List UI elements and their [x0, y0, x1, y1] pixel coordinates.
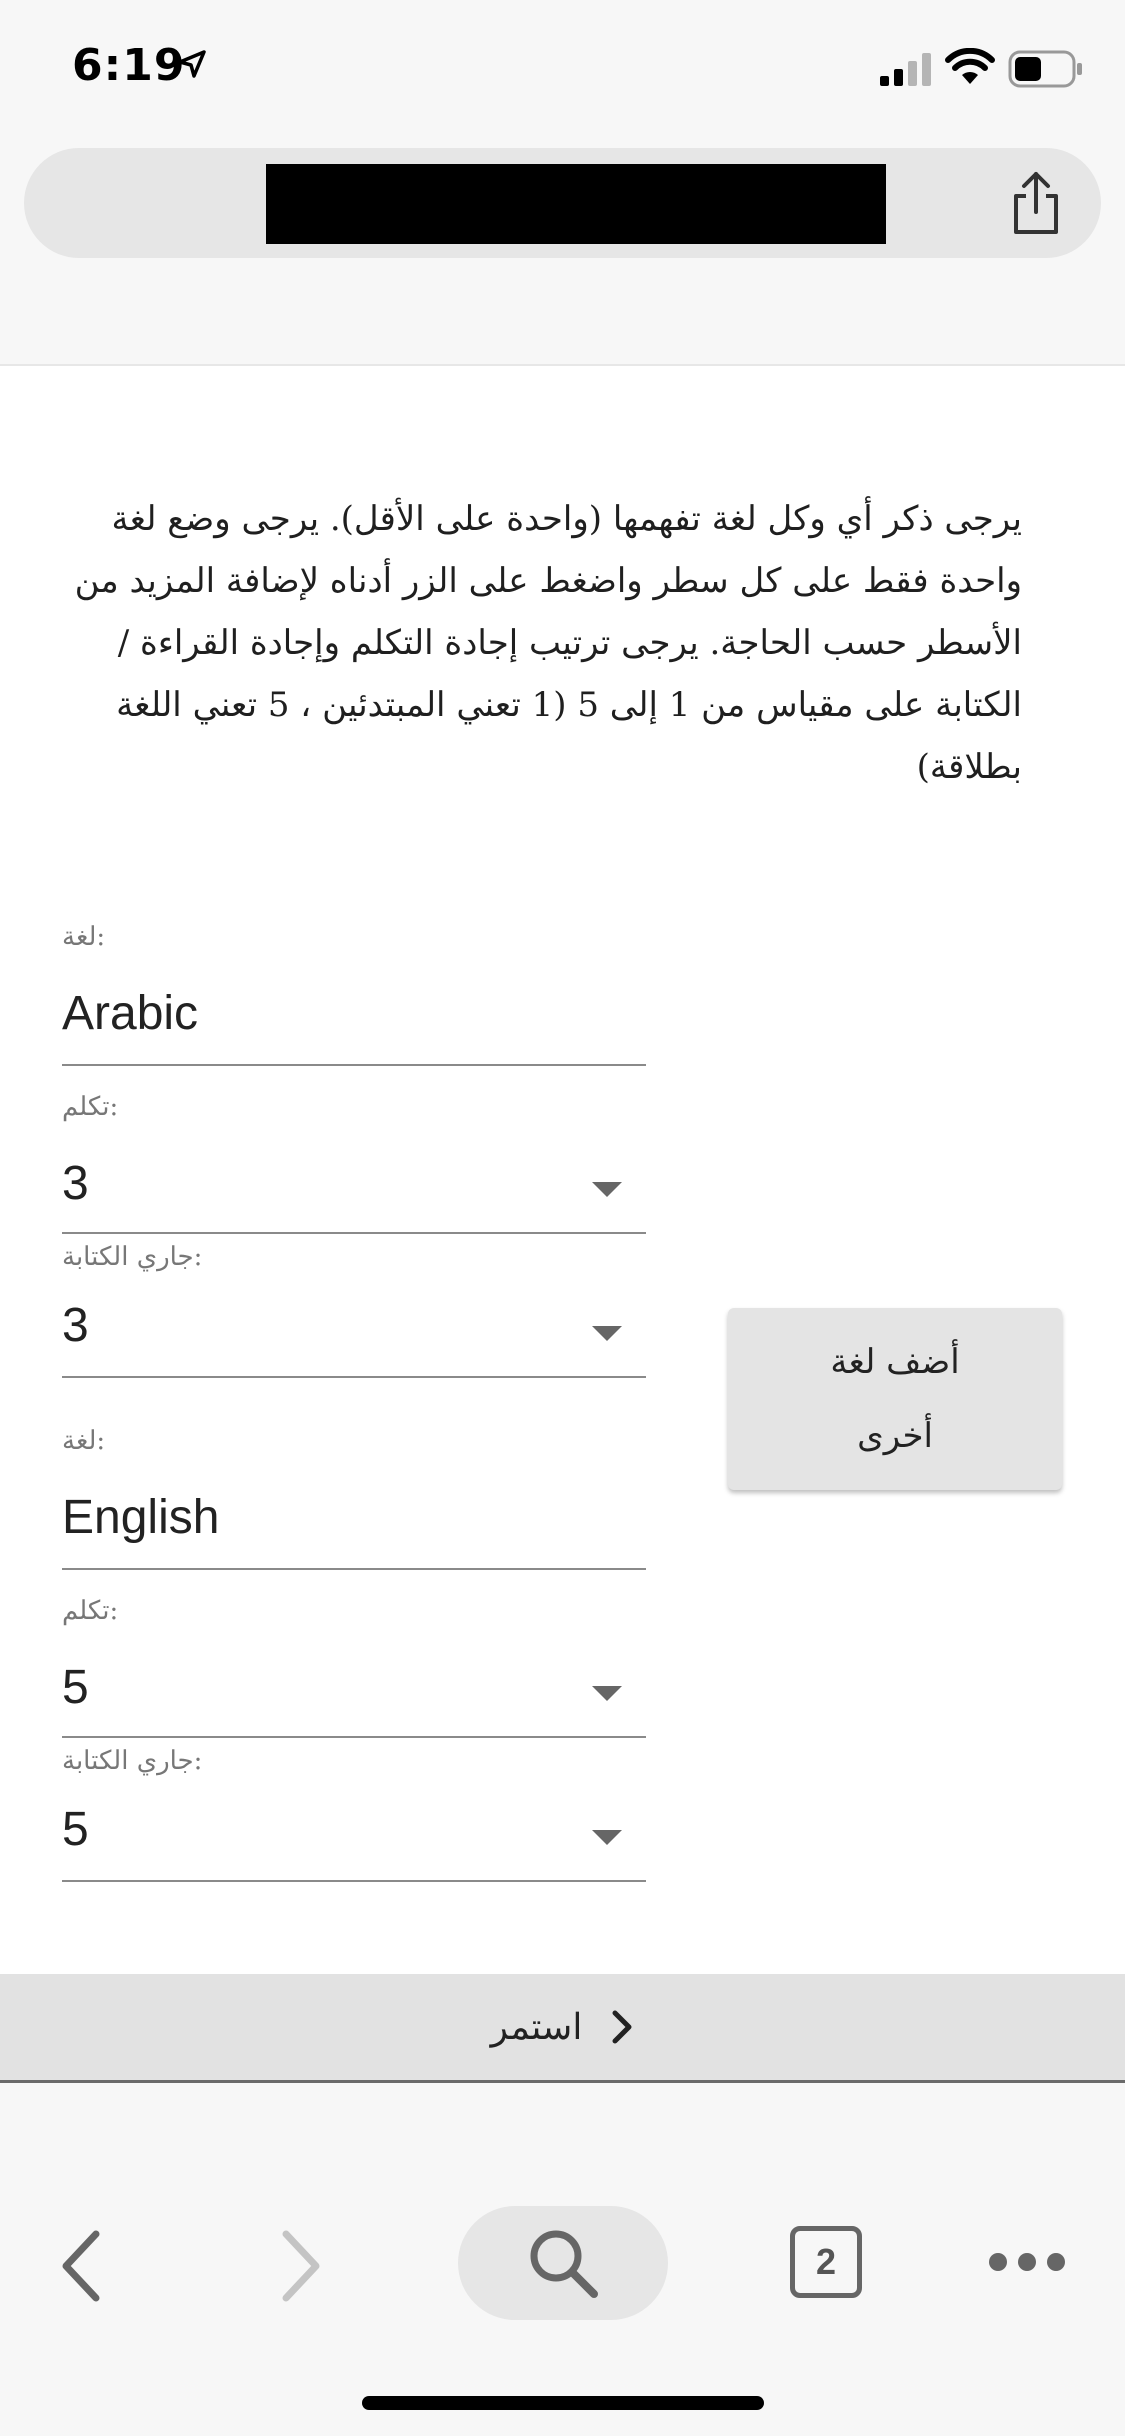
chevron-down-icon[interactable] [592, 1830, 622, 1845]
cellular-signal-icon [880, 53, 931, 86]
back-icon[interactable] [58, 2230, 104, 2302]
writing-label: جاري الكتابة: [62, 1746, 203, 1776]
search-icon [530, 2230, 598, 2298]
chevron-down-icon[interactable] [592, 1326, 622, 1341]
chevron-down-icon[interactable] [592, 1182, 622, 1197]
tabs-button[interactable]: 2 [790, 2226, 862, 2298]
speaking-label: تكلم: [62, 1092, 119, 1122]
writing-select[interactable]: 5 [62, 1802, 89, 1857]
writing-select[interactable]: 3 [62, 1298, 89, 1353]
continue-label: استمر [490, 2006, 583, 2048]
writing-label: جاري الكتابة: [62, 1242, 203, 1272]
more-icon[interactable] [986, 2250, 1068, 2274]
wifi-icon [945, 48, 995, 84]
forward-icon[interactable] [278, 2230, 324, 2302]
writing-underline [62, 1880, 646, 1882]
url-redacted [266, 164, 886, 244]
battery-icon [1008, 50, 1082, 88]
language-input[interactable]: English [62, 1490, 219, 1545]
status-time: 6:19 [72, 40, 186, 91]
add-language-label: أضف لغة أخرى [830, 1342, 960, 1456]
speaking-select[interactable]: 5 [62, 1660, 89, 1715]
language-underline [62, 1568, 646, 1570]
speaking-underline [62, 1232, 646, 1234]
page-content: يرجى ذكر أي وكل لغة تفهمها (واحدة على ال… [0, 366, 1125, 1974]
speaking-select[interactable]: 3 [62, 1156, 89, 1211]
instructions-text: يرجى ذكر أي وكل لغة تفهمها (واحدة على ال… [74, 499, 1022, 787]
add-language-button[interactable]: أضف لغة أخرى [728, 1308, 1062, 1490]
search-button[interactable] [458, 2206, 668, 2320]
speaking-underline [62, 1736, 646, 1738]
chevron-right-icon [612, 2010, 632, 2044]
language-underline [62, 1064, 646, 1066]
chevron-down-icon[interactable] [592, 1686, 622, 1701]
language-input[interactable]: Arabic [62, 986, 198, 1041]
location-arrow-icon [178, 50, 206, 78]
home-indicator[interactable] [362, 2396, 764, 2410]
language-label: لغة: [62, 1426, 106, 1456]
speaking-label: تكلم: [62, 1596, 119, 1626]
continue-button[interactable]: استمر [0, 1974, 1125, 2083]
writing-underline [62, 1376, 646, 1378]
status-bar: 6:19 [0, 0, 1125, 140]
share-icon[interactable] [1008, 168, 1064, 238]
language-label: لغة: [62, 922, 106, 952]
screen: 6:19 يرجى ذكر أي وكل لغة تفهمها (واحدة ع… [0, 0, 1125, 2436]
